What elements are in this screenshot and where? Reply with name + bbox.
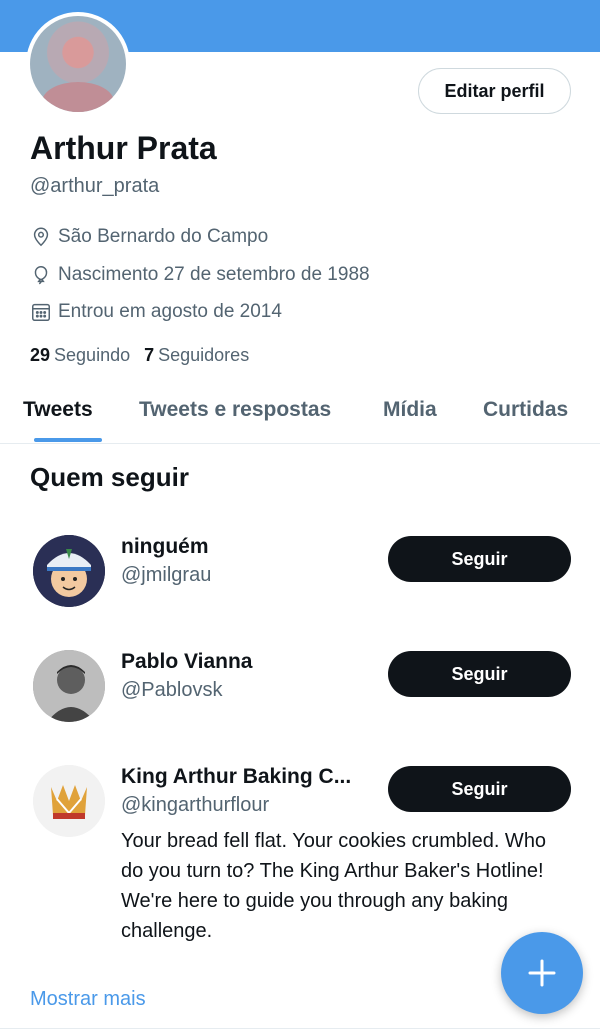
balloon-icon	[34, 266, 48, 285]
active-tab-indicator	[34, 438, 102, 442]
follow-button[interactable]: Seguir	[388, 766, 571, 812]
account-name[interactable]: Pablo Vianna	[121, 650, 253, 674]
suggestion-item[interactable]: King Arthur Baking C... @kingarthurflour…	[0, 763, 600, 953]
show-more-link[interactable]: Mostrar mais	[30, 988, 146, 1011]
follow-button[interactable]: Seguir	[388, 536, 571, 582]
account-handle: @jmilgrau	[121, 564, 212, 586]
compose-button[interactable]	[501, 932, 583, 1014]
birthday-text: Nascimento 27 de setembro de 1988	[58, 264, 370, 285]
follow-button[interactable]: Seguir	[388, 651, 571, 697]
suggestion-item[interactable]: ninguém @jmilgrau Seguir	[0, 533, 600, 623]
joined-text: Entrou em agosto de 2014	[58, 301, 282, 322]
avatar[interactable]	[33, 535, 105, 607]
followers-label: Seguidores	[158, 345, 250, 365]
profile-name: Arthur Prata	[30, 130, 217, 166]
following-label: Seguindo	[54, 345, 131, 365]
location-text: São Bernardo do Campo	[58, 226, 269, 247]
following-link[interactable]: 29 Seguindo	[30, 345, 130, 366]
divider	[0, 1028, 600, 1029]
tab-tweets-replies[interactable]: Tweets e respostas	[139, 398, 331, 422]
profile-location: São Bernardo do Campo	[30, 226, 268, 248]
tab-media[interactable]: Mídia	[383, 398, 437, 422]
avatar[interactable]	[33, 765, 105, 837]
profile-tabs: Tweets Tweets e respostas Mídia Curtidas	[0, 380, 600, 444]
suggestion-item[interactable]: Pablo Vianna @Pablovsk Seguir	[0, 648, 600, 738]
account-handle: @Pablovsk	[121, 679, 223, 701]
following-count: 29	[30, 345, 51, 365]
followers-count: 7	[144, 345, 155, 365]
follow-stats: 29 Seguindo 7 Seguidores	[30, 345, 249, 366]
tab-likes[interactable]: Curtidas	[483, 398, 568, 422]
profile-handle: @arthur_prata	[30, 175, 160, 197]
profile-birthday: Nascimento 27 de setembro de 1988	[30, 264, 370, 286]
calendar-icon	[32, 303, 50, 321]
account-name[interactable]: ninguém	[121, 535, 209, 559]
avatar[interactable]	[33, 650, 105, 722]
account-handle: @kingarthurflour	[121, 794, 270, 816]
who-to-follow-title: Quem seguir	[30, 462, 189, 492]
profile-joined: Entrou em agosto de 2014	[30, 301, 282, 323]
account-name[interactable]: King Arthur Baking C...	[121, 765, 351, 789]
profile-avatar[interactable]	[26, 12, 130, 116]
plus-icon	[528, 959, 556, 987]
tab-tweets[interactable]: Tweets	[23, 398, 93, 422]
followers-link[interactable]: 7 Seguidores	[144, 345, 249, 366]
edit-profile-button[interactable]: Editar perfil	[418, 68, 571, 114]
account-bio: Your bread fell flat. Your cookies crumb…	[121, 830, 547, 942]
location-icon	[33, 227, 49, 247]
